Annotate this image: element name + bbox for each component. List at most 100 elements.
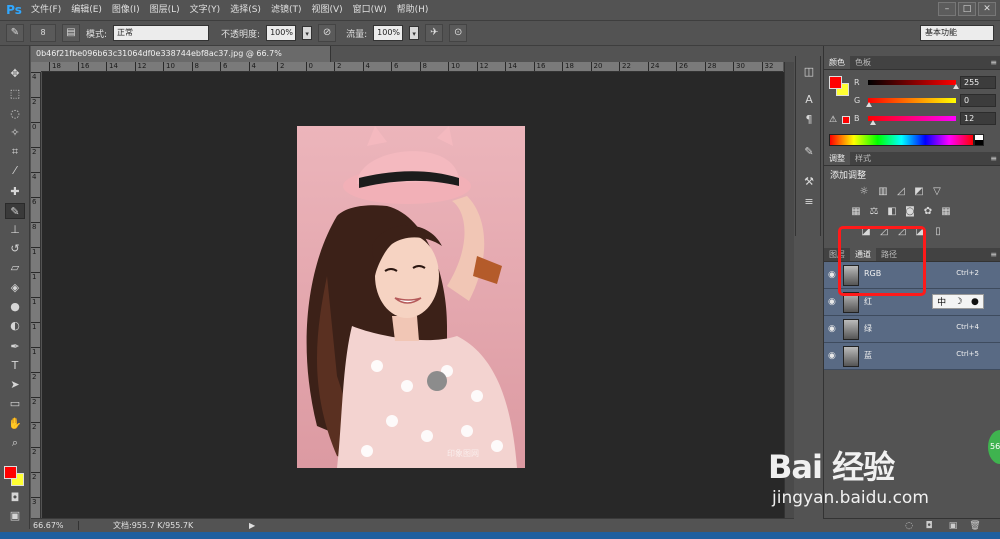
properties-panel-icon[interactable]: ≡	[800, 194, 818, 210]
blue-value[interactable]: 12	[960, 112, 996, 125]
color-panel-menu-icon[interactable]: ≡	[990, 56, 997, 70]
document-photo[interactable]: 印象图网	[297, 126, 525, 468]
flow-input[interactable]: 100%	[373, 25, 404, 41]
quick-mask-icon[interactable]: ◘	[5, 490, 25, 506]
color-panel-foreground-swatch[interactable]	[829, 76, 842, 89]
document-tab[interactable]: 0b46f21fbe096b63c31064df0e338744ebf8ac37…	[31, 46, 331, 74]
menu-type[interactable]: 文字(Y)	[185, 0, 226, 20]
opacity-input[interactable]: 100%	[266, 25, 297, 41]
foreground-color-swatch[interactable]	[4, 466, 17, 479]
channels-panel-menu-icon[interactable]: ≡	[990, 248, 997, 262]
red-value[interactable]: 255	[960, 76, 996, 89]
vibrance-icon[interactable]: ▽	[931, 186, 943, 198]
green-track[interactable]	[868, 98, 956, 103]
levels-icon[interactable]: ▥	[877, 186, 889, 198]
dodge-tool-icon[interactable]: ◐	[5, 318, 25, 334]
curves-icon[interactable]: ◿	[895, 186, 907, 198]
brush-size-picker[interactable]: 8	[30, 24, 56, 42]
quick-select-tool-icon[interactable]: ✧	[5, 125, 25, 141]
black-white-ramp[interactable]	[974, 134, 984, 146]
save-selection-icon[interactable]: ◘	[923, 520, 935, 532]
visibility-eye-icon[interactable]: ◉	[828, 351, 840, 361]
selective-color-icon[interactable]: ▯	[932, 226, 944, 238]
status-menu-arrow-icon[interactable]: ▶	[249, 521, 255, 530]
document-info[interactable]: 文档:955.7 K/955.7K	[113, 520, 243, 531]
zoom-level[interactable]: 66.67%	[31, 521, 79, 530]
tool-presets-panel-icon[interactable]: ⚒	[800, 174, 818, 190]
clone-stamp-tool-icon[interactable]: ⊥	[5, 222, 25, 238]
close-button[interactable]: ✕	[978, 2, 996, 16]
menu-select[interactable]: 选择(S)	[225, 0, 266, 20]
color-lookup-icon[interactable]: ▦	[940, 206, 952, 218]
delete-channel-icon[interactable]: 🗑	[969, 520, 981, 532]
channel-row-blue[interactable]: ◉ 蓝 Ctrl+5	[824, 343, 1000, 370]
hue-saturation-icon[interactable]: ▦	[850, 206, 862, 218]
tab-adjustments[interactable]: 调整	[824, 152, 850, 165]
path-select-tool-icon[interactable]: ➤	[5, 377, 25, 393]
ruler-origin[interactable]	[31, 62, 41, 72]
visibility-eye-icon[interactable]: ◉	[828, 324, 840, 334]
menu-help[interactable]: 帮助(H)	[392, 0, 434, 20]
character-panel-icon[interactable]: A	[800, 92, 818, 108]
brightness-contrast-icon[interactable]: ☼	[858, 186, 870, 198]
workspace-select[interactable]: 基本功能	[920, 25, 994, 41]
pressure-opacity-icon[interactable]: ⊘	[318, 24, 337, 42]
maximize-button[interactable]: □	[958, 2, 976, 16]
zoom-tool-icon[interactable]: ⌕	[5, 435, 25, 451]
airbrush-icon[interactable]: ✈	[425, 24, 444, 42]
tab-color[interactable]: 颜色	[824, 56, 850, 69]
marquee-tool-icon[interactable]: ⬚	[5, 86, 25, 102]
gamut-warning-icon[interactable]: ⚠	[829, 115, 837, 125]
menu-filter[interactable]: 滤镜(T)	[266, 0, 307, 20]
tab-swatches[interactable]: 色板	[850, 56, 876, 69]
paragraph-panel-icon[interactable]: ¶	[800, 112, 818, 128]
history-panel-icon[interactable]: ◫	[800, 64, 818, 80]
blue-thumb[interactable]	[870, 120, 876, 125]
flow-dropdown-icon[interactable]: ▾	[409, 26, 420, 40]
load-selection-icon[interactable]: ◌	[903, 520, 915, 532]
menu-window[interactable]: 窗口(W)	[348, 0, 392, 20]
move-tool-icon[interactable]: ✥	[5, 66, 25, 82]
ime-mode-label[interactable]: 中	[937, 295, 946, 308]
menu-edit[interactable]: 编辑(E)	[66, 0, 107, 20]
menu-layer[interactable]: 图层(L)	[145, 0, 185, 20]
menu-image[interactable]: 图像(I)	[107, 0, 145, 20]
menu-file[interactable]: 文件(F)	[26, 0, 66, 20]
green-thumb[interactable]	[866, 102, 872, 107]
hand-tool-icon[interactable]: ✋	[5, 416, 25, 432]
vertical-ruler[interactable]: 4 2 0 2 4 6 8 1 1 1 1 1 2 2 2 2 2 3	[31, 72, 41, 518]
mode-select[interactable]: 正常	[113, 25, 210, 41]
paint-bucket-tool-icon[interactable]: ◈	[5, 280, 25, 296]
new-channel-icon[interactable]: ▣	[947, 520, 959, 532]
channel-row-green[interactable]: ◉ 绿 Ctrl+4	[824, 316, 1000, 343]
adjustments-panel-menu-icon[interactable]: ≡	[990, 152, 997, 166]
menu-view[interactable]: 视图(V)	[306, 0, 347, 20]
moon-icon[interactable]: ☽	[955, 297, 963, 307]
ime-toolbar[interactable]: 中 ☽ ●	[932, 294, 984, 309]
red-thumb[interactable]	[953, 84, 959, 89]
brush-presets-panel-icon[interactable]: ✎	[800, 144, 818, 160]
type-tool-icon[interactable]: T	[5, 358, 25, 374]
red-track[interactable]	[868, 80, 956, 85]
tab-styles[interactable]: 样式	[850, 152, 876, 165]
channel-mixer-icon[interactable]: ✿	[922, 206, 934, 218]
opacity-dropdown-icon[interactable]: ▾	[302, 26, 313, 40]
gamut-swatch[interactable]	[842, 116, 850, 124]
color-balance-icon[interactable]: ⚖	[868, 206, 880, 218]
black-white-icon[interactable]: ◧	[886, 206, 898, 218]
eraser-tool-icon[interactable]: ▱	[5, 260, 25, 276]
exposure-icon[interactable]: ◩	[913, 186, 925, 198]
blur-tool-icon[interactable]: ●	[5, 299, 25, 315]
screen-mode-icon[interactable]: ▣	[5, 508, 25, 524]
rectangle-tool-icon[interactable]: ▭	[5, 396, 25, 412]
brush-tool-icon[interactable]: ✎	[5, 203, 25, 219]
history-brush-tool-icon[interactable]: ↺	[5, 241, 25, 257]
visibility-eye-icon[interactable]: ◉	[828, 297, 840, 307]
color-spectrum-ramp[interactable]	[829, 134, 974, 146]
horizontal-ruler[interactable]: 18 16 14 12 10 8 6 4 2 0 2 4 6 8 10 12 14 16 18 20 22 24 26 28 3…	[41, 62, 783, 72]
crop-tool-icon[interactable]: ⌗	[5, 144, 25, 160]
photo-filter-icon[interactable]: ◙	[904, 206, 916, 218]
brush-panel-toggle-icon[interactable]: ▤	[62, 24, 80, 42]
minimize-button[interactable]: –	[938, 2, 956, 16]
pressure-size-icon[interactable]: ⊙	[449, 24, 468, 42]
